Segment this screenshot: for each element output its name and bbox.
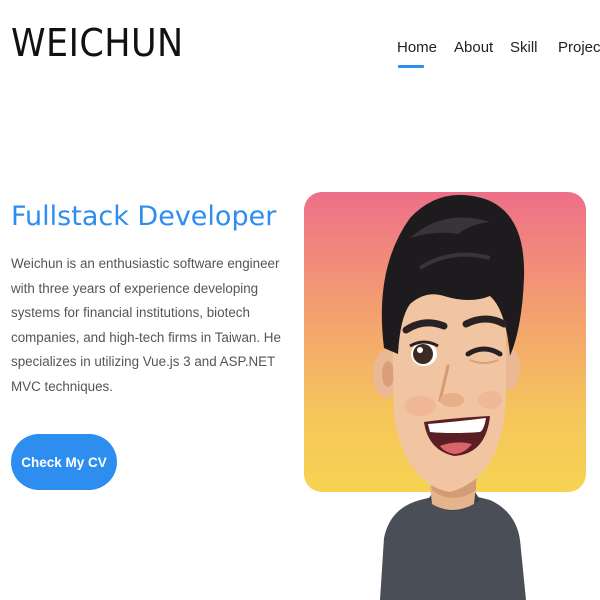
nav-active-indicator [398, 65, 424, 68]
nav-projects[interactable]: Projects [558, 38, 600, 58]
nav-skill[interactable]: Skill [510, 38, 538, 58]
main-nav: Home About Skill Projects [0, 38, 600, 68]
cartoon-avatar-winking-icon [373, 194, 526, 600]
portfolio-page: WEICHUN Home About Skill Projects Fullst… [0, 0, 600, 600]
nav-home[interactable]: Home [397, 38, 437, 58]
nav-about[interactable]: About [454, 38, 493, 58]
check-cv-button[interactable]: Check My CV [11, 434, 117, 490]
hero-description: Weichun is an enthusiastic software engi… [11, 256, 281, 394]
hero-title: Fullstack Developer [11, 201, 277, 232]
